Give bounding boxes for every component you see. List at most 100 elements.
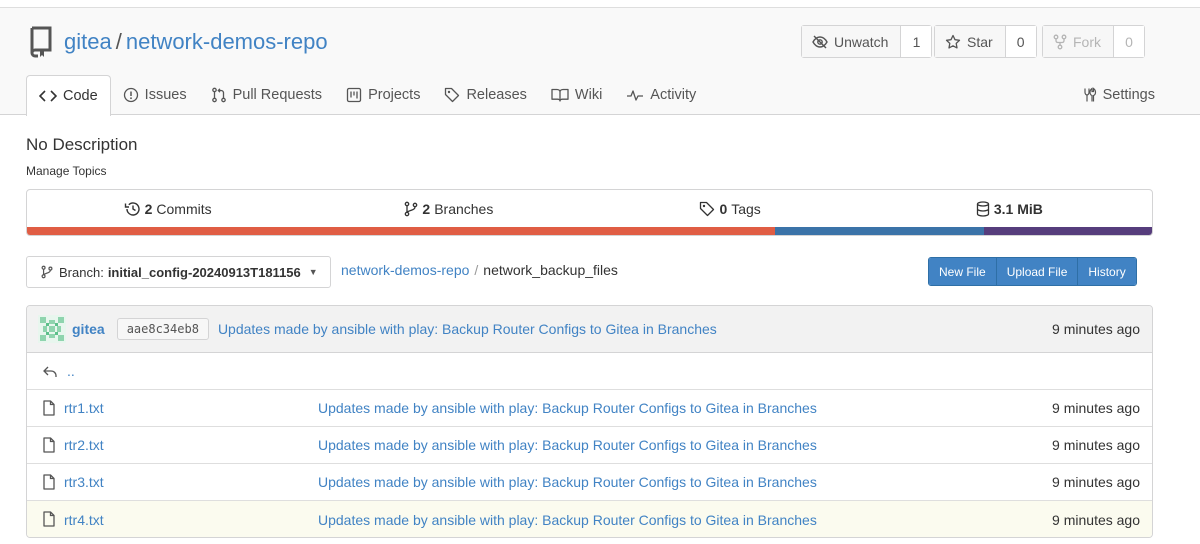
breadcrumb-current: network_backup_files	[483, 262, 618, 278]
commits-label: Commits	[156, 201, 212, 217]
repo-stats: 2 Commits 2 Branches 0 Tags 3.1 MiB	[26, 189, 1153, 236]
tab-pull-requests-label: Pull Requests	[232, 87, 323, 103]
tab-wiki[interactable]: Wiki	[539, 75, 614, 115]
file-commit-link[interactable]: Updates made by ansible with play: Backu…	[318, 400, 817, 416]
repo-slash: /	[115, 29, 122, 54]
file-name-link[interactable]: rtr4.txt	[64, 512, 104, 528]
repo-size: 3.1 MiB	[993, 201, 1043, 217]
file-name-link[interactable]: rtr3.txt	[64, 474, 104, 490]
file-icon	[43, 400, 55, 416]
repo-title: gitea / network-demos-repo	[28, 26, 328, 58]
fork-label-text: Fork	[1073, 33, 1101, 50]
latest-commit: gitea aae8c34eb8 Updates made by ansible…	[27, 306, 1152, 353]
manage-topics-link[interactable]: Manage Topics	[26, 164, 107, 178]
file-row[interactable]: rtr4.txt Updates made by ansible with pl…	[27, 501, 1152, 537]
file-row[interactable]: rtr2.txt Updates made by ansible with pl…	[27, 427, 1152, 464]
history-button[interactable]: History	[1078, 258, 1136, 285]
tags-stat[interactable]: 0 Tags	[590, 201, 871, 217]
branch-dropdown[interactable]: Branch: initial_config-20240913T181156 ▼	[26, 256, 331, 288]
repo-description: No Description	[26, 135, 138, 154]
file-row[interactable]: rtr3.txt Updates made by ansible with pl…	[27, 464, 1152, 501]
git-branch-icon	[405, 201, 418, 217]
repo-icon	[28, 26, 54, 58]
tab-projects[interactable]: Projects	[334, 75, 432, 115]
commit-message-link[interactable]: Updates made by ansible with play: Backu…	[218, 321, 717, 337]
tag-icon	[700, 201, 715, 217]
file-actions: New File Upload File History	[928, 257, 1137, 286]
file-commit-link[interactable]: Updates made by ansible with play: Backu…	[318, 512, 817, 528]
commit-sha-button[interactable]: aae8c34eb8	[116, 318, 209, 340]
commit-time: 9 minutes ago	[1052, 321, 1140, 337]
star-label-text: Star	[967, 33, 993, 50]
file-icon	[43, 474, 55, 490]
issue-opened-icon	[123, 87, 138, 103]
settings-label: Settings	[1102, 87, 1155, 103]
fork-label[interactable]: Fork	[1043, 26, 1114, 57]
tab-settings[interactable]: Settings	[1081, 75, 1155, 115]
tab-issues-label: Issues	[144, 87, 187, 103]
file-name-link[interactable]: rtr1.txt	[64, 400, 104, 416]
file-time: 9 minutes ago	[1052, 437, 1140, 453]
size-stat: 3.1 MiB	[871, 201, 1152, 217]
file-time: 9 minutes ago	[1052, 511, 1140, 528]
commit-author-link[interactable]: gitea	[72, 321, 105, 337]
file-list: gitea aae8c34eb8 Updates made by ansible…	[26, 305, 1153, 538]
branches-count: 2	[422, 201, 431, 217]
tab-releases-label: Releases	[466, 87, 527, 103]
watch-label-text: Unwatch	[834, 33, 889, 50]
watch-count[interactable]: 1	[901, 26, 932, 57]
file-commit-link[interactable]: Updates made by ansible with play: Backu…	[318, 474, 817, 490]
git-pull-request-icon	[211, 87, 226, 103]
tags-count: 0	[719, 201, 728, 217]
language-bar-segment[interactable]	[984, 227, 1152, 235]
repo-forked-icon	[1053, 34, 1067, 49]
watch-button[interactable]: Unwatch 1	[801, 25, 933, 58]
breadcrumb-root-link[interactable]: network-demos-repo	[341, 262, 469, 278]
file-row[interactable]: rtr1.txt Updates made by ansible with pl…	[27, 390, 1152, 427]
file-commit-link[interactable]: Updates made by ansible with play: Backu…	[318, 437, 817, 453]
watch-label[interactable]: Unwatch	[802, 26, 902, 57]
language-bar[interactable]	[27, 227, 1152, 235]
book-icon	[551, 88, 569, 102]
new-file-button[interactable]: New File	[929, 258, 997, 285]
fork-count[interactable]: 0	[1114, 26, 1144, 57]
breadcrumb: network-demos-repo / network_backup_file…	[341, 262, 618, 278]
tab-issues[interactable]: Issues	[111, 75, 199, 115]
parent-dir-row[interactable]: ..	[27, 353, 1152, 390]
file-time: 9 minutes ago	[1052, 400, 1140, 416]
upload-file-button[interactable]: Upload File	[996, 258, 1079, 285]
branches-stat[interactable]: 2 Branches	[308, 201, 589, 217]
pulse-icon	[627, 90, 644, 101]
file-name-link[interactable]: rtr2.txt	[64, 437, 104, 453]
tags-label: Tags	[731, 201, 761, 217]
branch-prefix: Branch:	[59, 264, 104, 280]
database-icon	[976, 201, 990, 217]
star-button[interactable]: Star 0	[934, 25, 1037, 58]
tab-releases[interactable]: Releases	[432, 75, 538, 115]
git-branch-icon	[41, 265, 53, 279]
fork-button[interactable]: Fork 0	[1042, 25, 1145, 58]
eye-slash-icon	[812, 35, 828, 48]
commits-count: 2	[144, 201, 153, 217]
avatar[interactable]	[38, 315, 66, 343]
language-bar-segment[interactable]	[775, 227, 985, 235]
repo-name-link[interactable]: network-demos-repo	[126, 29, 328, 55]
star-label[interactable]: Star	[935, 26, 1006, 57]
star-count[interactable]: 0	[1005, 26, 1036, 57]
star-icon	[945, 34, 961, 49]
branch-name: initial_config-20240913T181156	[107, 264, 301, 280]
repo-owner-link[interactable]: gitea	[64, 29, 112, 55]
repo-header: gitea / network-demos-repo Unwatch 1 Sta…	[0, 8, 1200, 116]
code-icon	[39, 90, 57, 102]
project-icon	[346, 87, 362, 103]
file-icon	[43, 437, 55, 453]
tab-pull-requests[interactable]: Pull Requests	[199, 75, 334, 115]
commits-stat[interactable]: 2 Commits	[27, 201, 308, 217]
file-icon	[43, 511, 55, 527]
top-strip	[0, 0, 1200, 8]
tab-activity[interactable]: Activity	[614, 75, 708, 115]
parent-dir-link[interactable]: ..	[67, 363, 75, 379]
language-bar-segment[interactable]	[27, 227, 776, 235]
tab-code[interactable]: Code	[26, 75, 111, 116]
tab-wiki-label: Wiki	[574, 87, 603, 103]
